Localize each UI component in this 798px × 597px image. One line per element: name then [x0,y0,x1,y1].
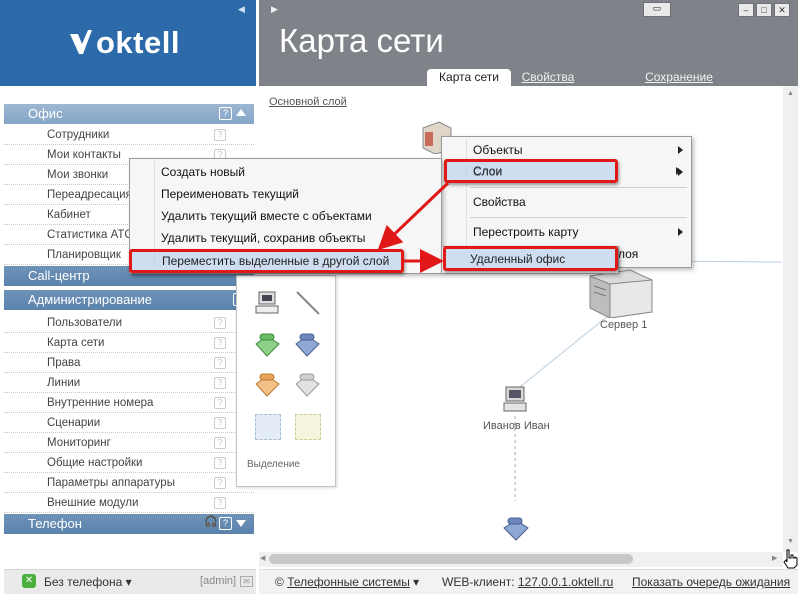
annotation-arrows [377,181,450,273]
arrow-to-move-item [377,181,450,251]
hand-cursor-icon [783,549,798,569]
